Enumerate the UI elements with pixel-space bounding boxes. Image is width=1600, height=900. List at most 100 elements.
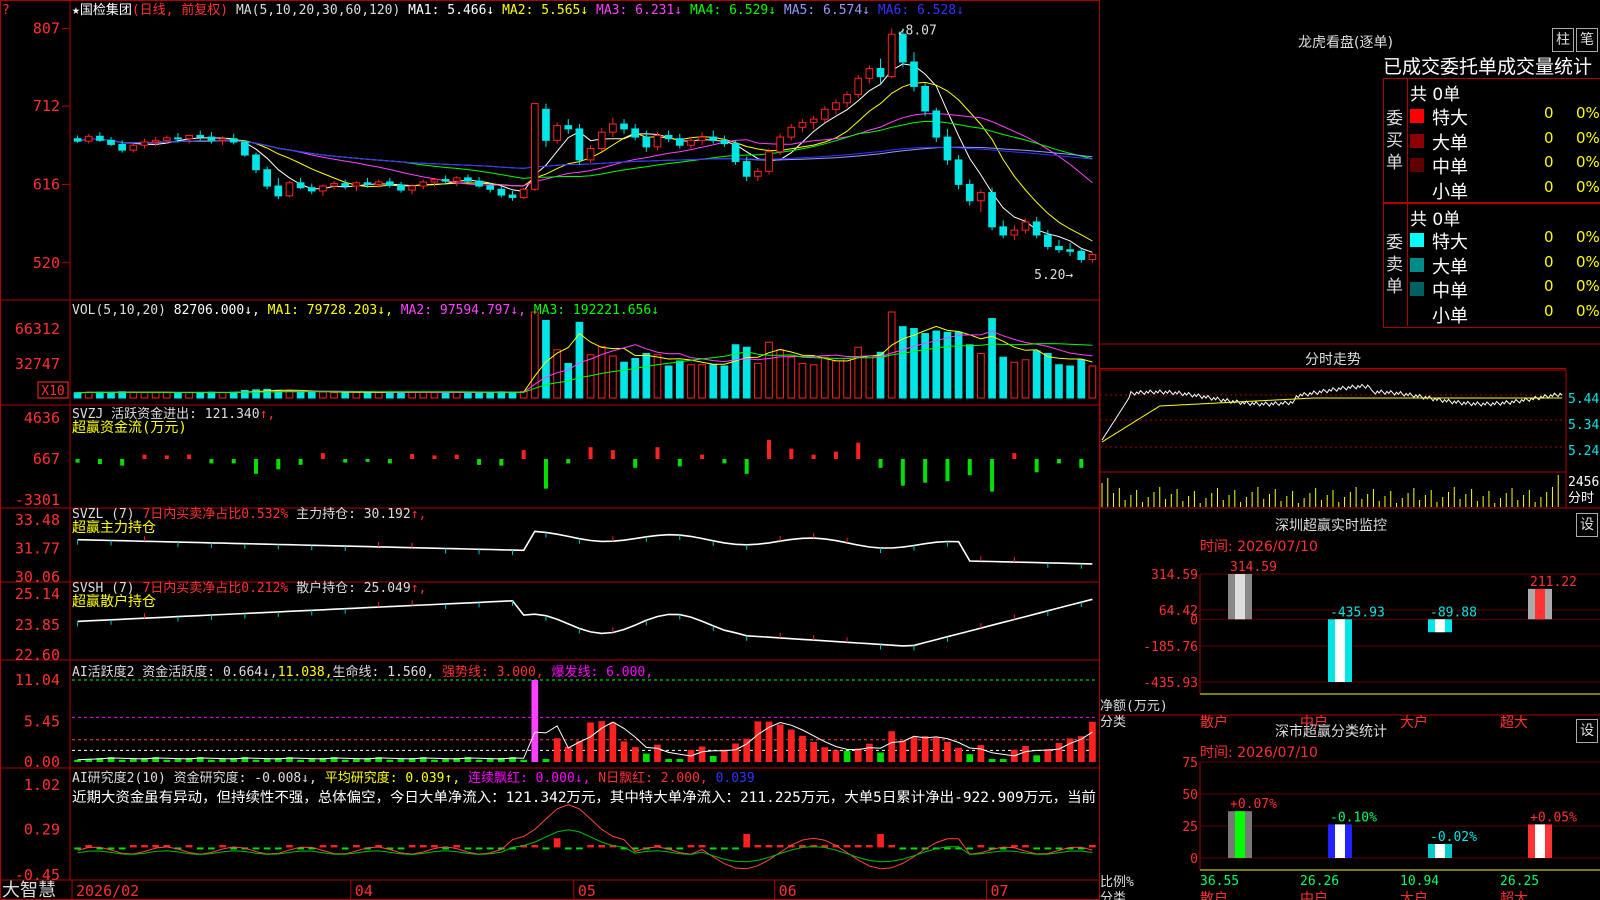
svzj-bar [231,459,236,464]
ai-active-bar [776,724,784,762]
ai-active-bar [988,759,996,762]
ai-active-bar [219,758,226,762]
volume-tick-label: 32747 [15,355,60,373]
volume-bar [151,392,160,399]
volume-header: VOL(5,10,20) 82706.000↓, MA1: 79728.203↓… [72,303,659,318]
ai-active-bar [208,759,215,762]
ai-active-bar [910,737,918,762]
sz-class-bar-highlight [1535,824,1545,858]
ai-active-bar [542,759,550,762]
sz-class-tick-label: 0 [1190,852,1198,867]
ma30-line [77,120,1093,179]
candle-body [229,138,238,143]
sz-monitor-tick-label: 314.59 [1151,568,1198,583]
sz-monitor-ylabel: 净额(万元) [1100,699,1168,714]
volume-bar [843,357,851,399]
volume-bar [798,362,807,399]
ai-active-bar [877,752,884,762]
volume-bar [731,344,740,399]
svzj-tick-label: -3301 [15,491,60,509]
ai-active-bar [1044,748,1052,762]
svzj-bar [75,459,80,463]
ai-research-bar [888,845,896,848]
intraday-volume-tick: 2456 [1568,475,1599,490]
ai-active-bar [899,740,907,762]
volume-bar [419,391,428,399]
ai-active-bar [843,750,851,762]
volume-bar [1043,352,1052,399]
volume-bar [140,391,149,399]
sz-monitor-bar [1328,619,1352,682]
ai-research-bar [1022,845,1029,848]
svzj-bar [700,454,705,460]
candle-body [564,125,573,130]
sz-monitor-value-label: -435.93 [1330,605,1385,620]
sz-class-bar [1428,843,1452,858]
volume-bar [542,319,550,399]
ai-research-bar [754,845,762,848]
candle-body [843,94,851,104]
candle-body [207,136,216,141]
ai-research-bar [442,847,449,850]
volume-bar [196,392,205,399]
ai-active-bar [921,736,929,762]
high-price-label: ↙8.07 [898,24,937,39]
ai-research-bar [910,847,918,850]
volume-bar [1066,365,1074,399]
ai-active-bar [174,758,182,762]
candle-body [698,136,706,141]
volume-unit-label: X10 [41,384,64,399]
ai-active-bar [1033,755,1041,762]
ai-active-bar [475,759,483,762]
ai-research-bar [453,845,461,848]
sz-monitor-bar-highlight [1335,619,1345,682]
candle-body [129,144,138,151]
svzj-bar [298,459,303,465]
svzj-bar [1034,459,1039,473]
candle-body [642,136,651,148]
candle-body [196,134,205,138]
ai-active-bar [999,759,1007,762]
candle-body [854,77,863,96]
candle-body [151,139,160,143]
volume-bar [341,391,350,399]
candle-body [274,185,283,197]
x-axis-label: 06 [779,882,797,900]
candle-body [140,141,149,146]
sz-class-bar-highlight [1435,843,1445,858]
x-axis-label: 05 [578,882,596,900]
ai-active-bar [754,721,762,762]
candle-body [218,138,227,141]
candle-body [397,184,405,191]
volume-bar [107,391,115,399]
volume-bar [865,355,874,399]
candle-body [631,128,640,138]
ai-active-bar [531,680,539,762]
sz-monitor-tick-label: 0 [1190,613,1198,628]
volume-bar [307,391,316,399]
volume-bar [352,391,361,399]
intraday-volume-tick: 分时 [1568,491,1594,506]
ai-active-bar [341,759,349,762]
ai-research-bar [721,847,728,850]
sz-monitor-bar-highlight [1435,619,1445,633]
volume-bar [530,311,539,399]
volume-bar [809,364,818,399]
candle-body [943,136,952,161]
ai-research-bar [353,845,360,848]
volume-bar [631,357,640,399]
svzj-bar [655,447,660,460]
sz-class-xlabel: 分类 [1100,891,1126,900]
svzj-bar [365,459,370,462]
volume-bar [129,391,138,399]
candle-body [430,179,439,183]
candle-body [330,183,338,187]
candle-body [508,194,517,198]
svzj-bar [811,454,816,460]
main-chart-area[interactable]: 807 712 616 520 ↙8.07 5.20→ ★国检集团(日线, 前复权) MA(… [0,0,1100,900]
svzj-bar [945,459,950,482]
volume-bar [229,391,238,399]
ai-active-bar [966,754,974,762]
candle-body [107,139,115,145]
volume-bar [820,356,829,399]
